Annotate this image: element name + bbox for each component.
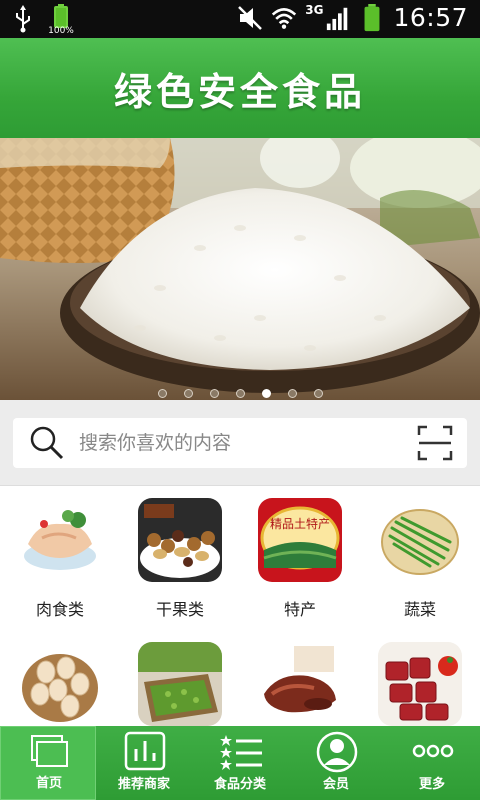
app-header: 绿色安全食品 [0, 38, 480, 138]
tab-member[interactable]: 会员 [288, 726, 384, 800]
list-icon [220, 735, 262, 770]
search-input[interactable] [79, 432, 379, 454]
tab-label: 推荐商家 [117, 777, 170, 792]
user-icon [316, 731, 358, 773]
category-specialty[interactable]: 精品土特产 特产 [240, 498, 360, 620]
tab-label: 首页 [35, 776, 62, 791]
signal-icon [327, 7, 348, 30]
category-label: 干果类 [155, 600, 204, 619]
carousel-dot[interactable] [235, 389, 245, 398]
carousel-dots[interactable] [0, 389, 480, 398]
more-icon [412, 744, 454, 758]
bottom-tab-bar: 首页 推荐商家 食品分类 会员 更多 [0, 726, 480, 800]
tab-more[interactable]: 更多 [384, 726, 480, 800]
carousel-dot[interactable] [287, 389, 297, 398]
category-label: 特产 [283, 600, 316, 619]
carousel-dot[interactable] [157, 389, 167, 398]
beef-image [378, 642, 462, 726]
tab-home[interactable]: 首页 [0, 726, 96, 800]
wifi-icon [272, 7, 297, 29]
search-bar[interactable] [13, 418, 467, 468]
specialty-image: 精品土特产 [258, 498, 342, 582]
meat-image [18, 498, 102, 582]
battery-percent: 100% [48, 26, 74, 36]
carousel-dot[interactable] [313, 389, 323, 398]
category-meat[interactable]: 肉食类 [0, 498, 120, 620]
category-label: 肉食类 [35, 600, 84, 619]
search-icon[interactable] [27, 423, 67, 463]
tab-food-categories[interactable]: 食品分类 [192, 726, 288, 800]
carousel-dot[interactable] [209, 389, 219, 398]
vegetables-image [378, 498, 462, 582]
tab-label: 食品分类 [213, 777, 266, 792]
tab-label: 更多 [418, 777, 445, 792]
chart-icon [124, 731, 166, 771]
page-title: 绿色安全食品 [113, 69, 366, 114]
scan-icon[interactable] [417, 425, 453, 461]
dried-fruit-image [138, 498, 222, 582]
banner-carousel[interactable] [0, 138, 480, 400]
battery-icon [364, 3, 380, 31]
specialty-badge-text: 精品土特产 [270, 516, 330, 531]
search-section [0, 400, 480, 486]
category-grid: 肉食类 干果类 精品土特产 特产 蔬菜 [0, 486, 480, 726]
battery-small-icon: 100% [48, 4, 74, 36]
tab-recommended-merchants[interactable]: 推荐商家 [96, 726, 192, 800]
eggs-image [18, 642, 102, 726]
category-label: 蔬菜 [403, 600, 436, 619]
status-bar: 100% 3G 16:57 [0, 0, 480, 38]
home-icon [31, 735, 68, 767]
category-dried-fruit[interactable]: 干果类 [120, 498, 240, 620]
carousel-dot[interactable] [183, 389, 193, 398]
beans-image [138, 642, 222, 726]
carousel-dot[interactable] [261, 389, 271, 398]
network-type: 3G [305, 2, 324, 17]
category-vegetables[interactable]: 蔬菜 [360, 498, 480, 620]
rice-bowl-image [0, 138, 480, 400]
clock: 16:57 [393, 3, 468, 32]
cured-meat-image [258, 642, 342, 726]
mute-icon [238, 5, 263, 30]
usb-icon [16, 5, 30, 33]
tab-label: 会员 [322, 777, 349, 792]
